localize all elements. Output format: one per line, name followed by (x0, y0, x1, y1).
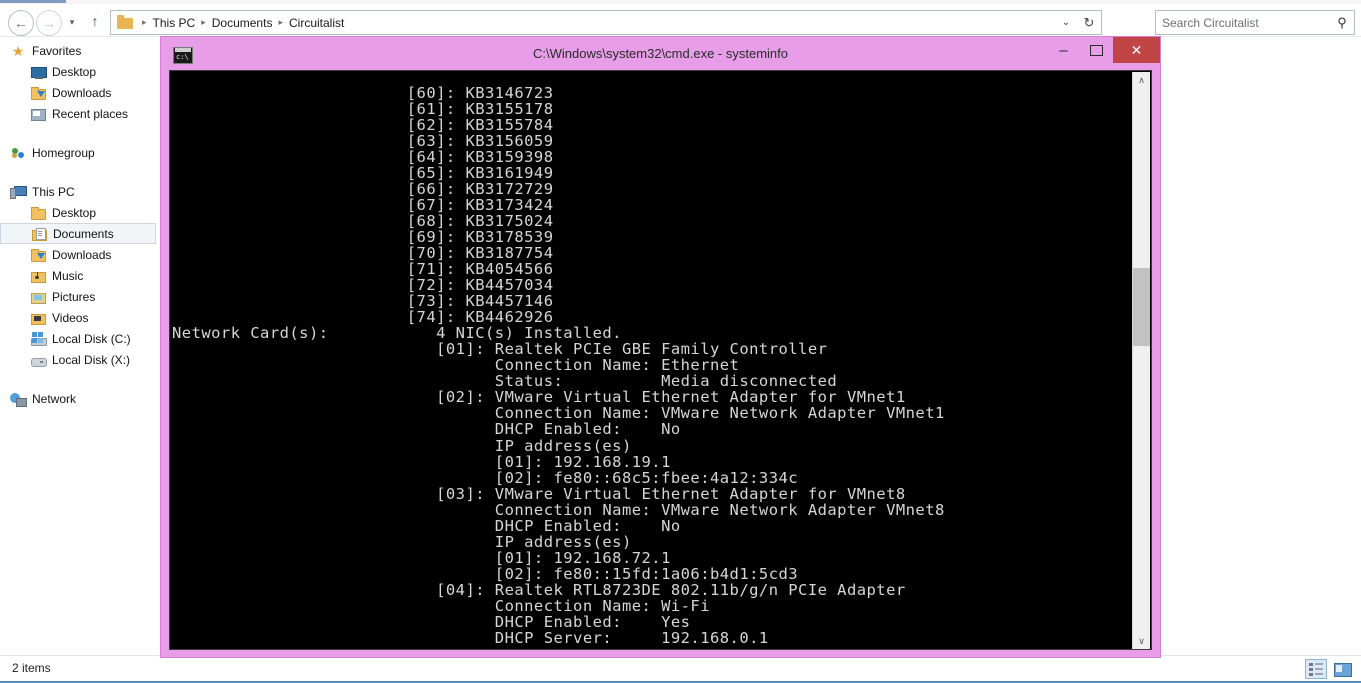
sidebar-item-desktop[interactable]: Desktop (0, 61, 158, 82)
maximize-button[interactable] (1080, 37, 1113, 63)
breadcrumb-item-circuitalist[interactable]: Circuitalist (288, 16, 345, 30)
sidebar-item-label: Downloads (52, 85, 112, 100)
sidebar-group-homegroup[interactable]: Homegroup (0, 142, 158, 163)
sidebar-item-desktop[interactable]: Desktop (0, 202, 158, 223)
refresh-icon[interactable]: ↻ (1077, 12, 1101, 33)
local-disk-x-icon (30, 352, 47, 368)
music-folder-icon (30, 268, 46, 284)
sidebar-item-recent-places[interactable]: Recent places (0, 103, 158, 124)
recent-locations-chevron-down-icon[interactable]: ▾ (64, 14, 80, 30)
sidebar-item-label: Documents (53, 226, 114, 241)
sidebar-item-videos[interactable]: Videos (0, 307, 158, 328)
active-tab-accent (0, 0, 66, 3)
network-icon (10, 391, 27, 407)
sidebar-group-label: This PC (32, 184, 75, 199)
sidebar-group-label: Network (32, 391, 77, 406)
navigation-bar: ← → ▾ ↑ ▸ This PC ▸ Documents ▸ Circuita… (0, 4, 1361, 36)
breadcrumb: ▸ This PC ▸ Documents ▸ Circuitalist (111, 11, 345, 34)
sidebar-item-local-disk-x[interactable]: Local Disk (X:) (0, 349, 158, 370)
details-view-button[interactable] (1305, 659, 1327, 679)
recent-places-icon (30, 106, 46, 122)
sidebar-item-label: Desktop (52, 64, 97, 79)
back-arrow-icon[interactable]: ← (8, 10, 34, 36)
search-box[interactable]: Search Circuitalist ⚲ (1155, 10, 1355, 35)
sidebar-group-label: Homegroup (32, 145, 95, 160)
folder-icon (30, 205, 46, 221)
breadcrumb-separator: ▸ (142, 17, 147, 27)
sidebar-group-label: Favorites (32, 43, 82, 58)
sidebar-group-favorites[interactable]: ★ Favorites (0, 40, 158, 61)
folder-icon (117, 14, 134, 30)
item-count-label: 2 items (12, 661, 51, 675)
videos-folder-icon (30, 310, 46, 326)
close-button[interactable]: ✕ (1113, 37, 1160, 63)
console-scrollbar[interactable]: ∧ ∨ (1132, 72, 1150, 649)
search-input[interactable]: Search Circuitalist (1156, 16, 1330, 30)
view-mode-buttons (1305, 659, 1353, 679)
breadcrumb-separator: ▸ (201, 17, 206, 27)
sidebar-item-downloads[interactable]: Downloads (0, 244, 158, 265)
cmd-window-title: C:\Windows\system32\cmd.exe - systeminfo (532, 46, 789, 61)
search-icon[interactable]: ⚲ (1330, 15, 1354, 31)
sidebar-item-label: Recent places (52, 106, 129, 121)
sidebar-item-pictures[interactable]: Pictures (0, 286, 158, 307)
up-arrow-icon[interactable]: ↑ (86, 12, 104, 30)
window-controls: – ✕ (1047, 37, 1160, 63)
documents-folder-icon (31, 226, 47, 242)
sidebar-item-label: Local Disk (C:) (52, 331, 131, 346)
console-text: [60]: KB3146723 [61]: KB3155178 [62]: KB… (172, 83, 945, 648)
sidebar-item-downloads[interactable]: Downloads (0, 82, 158, 103)
breadcrumb-item-documents[interactable]: Documents (211, 16, 274, 30)
sidebar-item-label: Videos (52, 310, 89, 325)
monitor-icon (30, 64, 47, 80)
breadcrumb-item-this-pc[interactable]: This PC (152, 16, 197, 30)
address-chevron-down-icon[interactable]: ⌄ (1055, 12, 1077, 33)
minimize-button[interactable]: – (1047, 37, 1080, 71)
sidebar-item-documents[interactable]: Documents (0, 223, 156, 244)
sidebar-item-label: Music (52, 268, 84, 283)
star-icon: ★ (11, 42, 25, 59)
scroll-down-arrow-icon[interactable]: ∨ (1133, 633, 1150, 649)
sidebar-item-label: Downloads (52, 247, 112, 262)
pictures-folder-icon (30, 289, 46, 305)
local-disk-c-icon (30, 331, 47, 347)
sidebar-group-this-pc[interactable]: This PC (0, 181, 158, 202)
command-prompt-window[interactable]: c:\ C:\Windows\system32\cmd.exe - system… (160, 36, 1161, 658)
address-bar[interactable]: ▸ This PC ▸ Documents ▸ Circuitalist ⌄ ↻ (110, 10, 1102, 35)
sidebar-item-local-disk-c[interactable]: Local Disk (C:) (0, 328, 158, 349)
sidebar-item-label: Pictures (52, 289, 96, 304)
large-icons-view-button[interactable] (1331, 659, 1353, 679)
this-pc-icon (10, 184, 27, 200)
navigation-pane: ★ Favorites Desktop Downloads Recent pla… (0, 40, 158, 655)
sidebar-item-label: Desktop (52, 205, 97, 220)
cmd-window-frame: c:\ C:\Windows\system32\cmd.exe - system… (160, 36, 1161, 658)
sidebar-item-label: Local Disk (X:) (52, 352, 131, 367)
homegroup-icon (10, 145, 26, 161)
cmd-title-bar[interactable]: c:\ C:\Windows\system32\cmd.exe - system… (161, 37, 1160, 70)
address-bar-controls: ⌄ ↻ (1055, 11, 1101, 34)
scroll-up-arrow-icon[interactable]: ∧ (1133, 72, 1150, 89)
status-bar: 2 items (0, 656, 1361, 683)
downloads-folder-icon (30, 247, 46, 263)
console-output-area[interactable]: [60]: KB3146723 [61]: KB3155178 [62]: KB… (169, 70, 1152, 650)
downloads-folder-icon (30, 85, 46, 101)
breadcrumb-separator: ▸ (278, 17, 283, 27)
sidebar-group-network[interactable]: Network (0, 388, 158, 409)
scrollbar-thumb[interactable] (1133, 268, 1150, 346)
forward-arrow-icon[interactable]: → (36, 10, 62, 36)
sidebar-item-music[interactable]: Music (0, 265, 158, 286)
